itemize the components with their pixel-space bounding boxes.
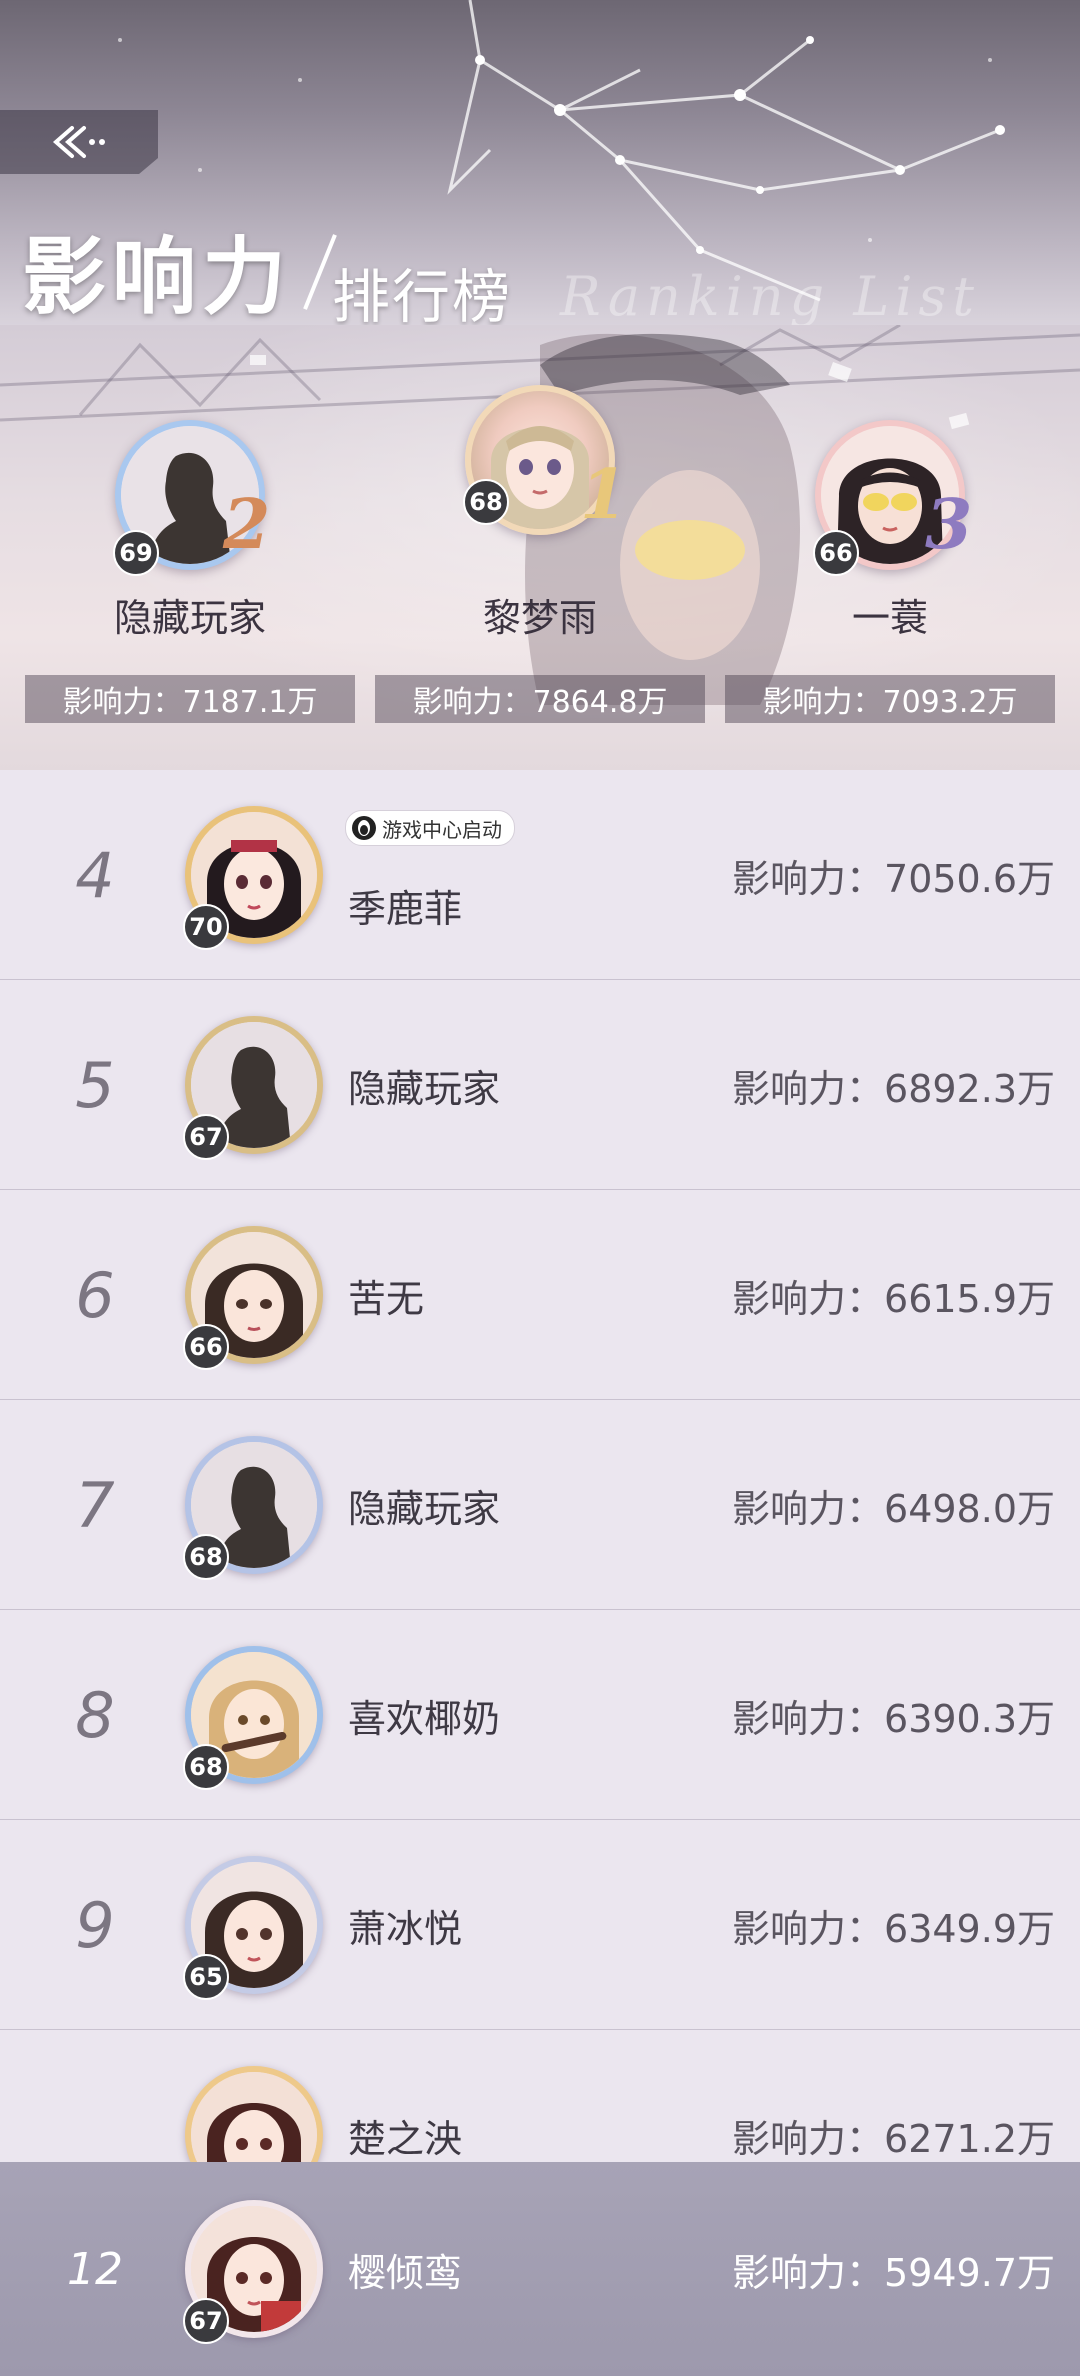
player-name: 隐藏玩家 xyxy=(348,1486,501,1531)
influence-value-rank-2: 影响力：7187.1万 xyxy=(25,675,355,723)
my-rank-bar[interactable]: 12 67 樱倾鸾 影响力：5949.7万 xyxy=(0,2162,1080,2376)
page-title: 影响力 xyxy=(22,227,293,325)
level-badge: 67 xyxy=(183,2298,229,2344)
list-item[interactable]: 5 67 隐藏玩家 影响力：6892.3万 xyxy=(0,980,1080,1190)
level-badge: 67 xyxy=(183,1114,229,1160)
influence-score: 影响力：6498.0万 xyxy=(732,1486,1055,1531)
player-name: 喜欢椰奶 xyxy=(348,1696,501,1741)
influence-score: 影响力：6615.9万 xyxy=(732,1276,1055,1321)
back-button[interactable] xyxy=(0,110,158,174)
influence-score: 影响力：6349.9万 xyxy=(732,1906,1055,1951)
player-name: 季鹿菲 xyxy=(348,886,463,931)
rank-number: 6 xyxy=(75,1258,115,1332)
level-badge: 69 xyxy=(113,530,159,576)
list-item[interactable]: 7 68 隐藏玩家 影响力：6498.0万 xyxy=(0,1400,1080,1610)
rank-numeral: 1 xyxy=(580,455,628,535)
rank-number: 5 xyxy=(75,1048,115,1122)
title-decoration-text: Ranking List xyxy=(560,265,980,325)
rank-number: 4 xyxy=(75,838,115,912)
avatar[interactable]: 69 2 xyxy=(113,420,270,576)
player-name: 黎梦雨 xyxy=(482,596,597,640)
top-three-influence-strip: 影响力：7187.1万 影响力：7864.8万 影响力：7093.2万 xyxy=(0,675,1080,723)
level-badge: 70 xyxy=(183,904,229,950)
level-badge: 68 xyxy=(183,1744,229,1790)
avatar[interactable]: 66 xyxy=(183,1226,323,1370)
player-name: 萧冰悦 xyxy=(348,1906,463,1951)
level-badge: 68 xyxy=(463,479,509,525)
player-name: 樱倾鸾 xyxy=(348,2250,463,2295)
influence-score: 影响力：7050.6万 xyxy=(732,856,1055,901)
list-item[interactable]: 9 65 萧冰悦 影响力：6349.9万 xyxy=(0,1820,1080,2030)
avatar[interactable]: 68 xyxy=(183,1436,323,1580)
influence-score: 影响力：6892.3万 xyxy=(732,1066,1055,1111)
rank-number: 7 xyxy=(75,1468,115,1542)
list-item[interactable]: 8 68 喜欢椰奶 影响力：6390.3万 xyxy=(0,1610,1080,1820)
rank-number: 12 xyxy=(67,2243,123,2295)
rank-numeral: 3 xyxy=(925,485,973,565)
avatar[interactable]: 66 3 xyxy=(813,420,972,576)
player-name: 隐藏玩家 xyxy=(348,1066,501,1111)
level-badge: 65 xyxy=(183,1954,229,2000)
player-name: 一蓑 xyxy=(851,596,928,640)
level-badge: 66 xyxy=(183,1324,229,1370)
avatar[interactable]: 68 1 xyxy=(463,385,627,535)
avatar[interactable]: 65 xyxy=(183,1856,323,2000)
level-badge: 68 xyxy=(183,1534,229,1580)
top-three-podium: 69 2 隐藏玩家 68 1 黎梦雨 66 3 一蓑 影响力：7187.1万 影… xyxy=(0,325,1080,770)
influence-value-rank-1: 影响力：7864.8万 xyxy=(375,675,705,723)
page-subtitle: 排行榜 xyxy=(332,263,513,325)
player-name: 苦无 xyxy=(348,1276,425,1321)
influence-score: 影响力：6390.3万 xyxy=(732,1696,1055,1741)
avatar[interactable]: 67 xyxy=(183,1016,323,1160)
rank-numeral: 2 xyxy=(223,485,271,565)
avatar[interactable]: 67 xyxy=(183,2200,323,2344)
back-arrow-icon xyxy=(52,126,105,158)
influence-score: 影响力：5949.7万 xyxy=(732,2250,1055,2295)
rank-number: 8 xyxy=(75,1678,115,1752)
influence-value-rank-3: 影响力：7093.2万 xyxy=(725,675,1055,723)
list-item[interactable]: 4 70 游戏中心启动 季鹿菲 影响力：7050.6万 xyxy=(0,770,1080,980)
level-badge: 66 xyxy=(813,530,859,576)
avatar[interactable]: 68 xyxy=(183,1646,323,1790)
player-name: 隐藏玩家 xyxy=(113,596,266,640)
header: 影响力 排行榜 Ranking List xyxy=(0,0,1080,325)
list-item[interactable]: 6 66 苦无 影响力：6615.9万 xyxy=(0,1190,1080,1400)
rank-number: 9 xyxy=(75,1888,115,1962)
avatar[interactable]: 70 xyxy=(183,806,323,950)
